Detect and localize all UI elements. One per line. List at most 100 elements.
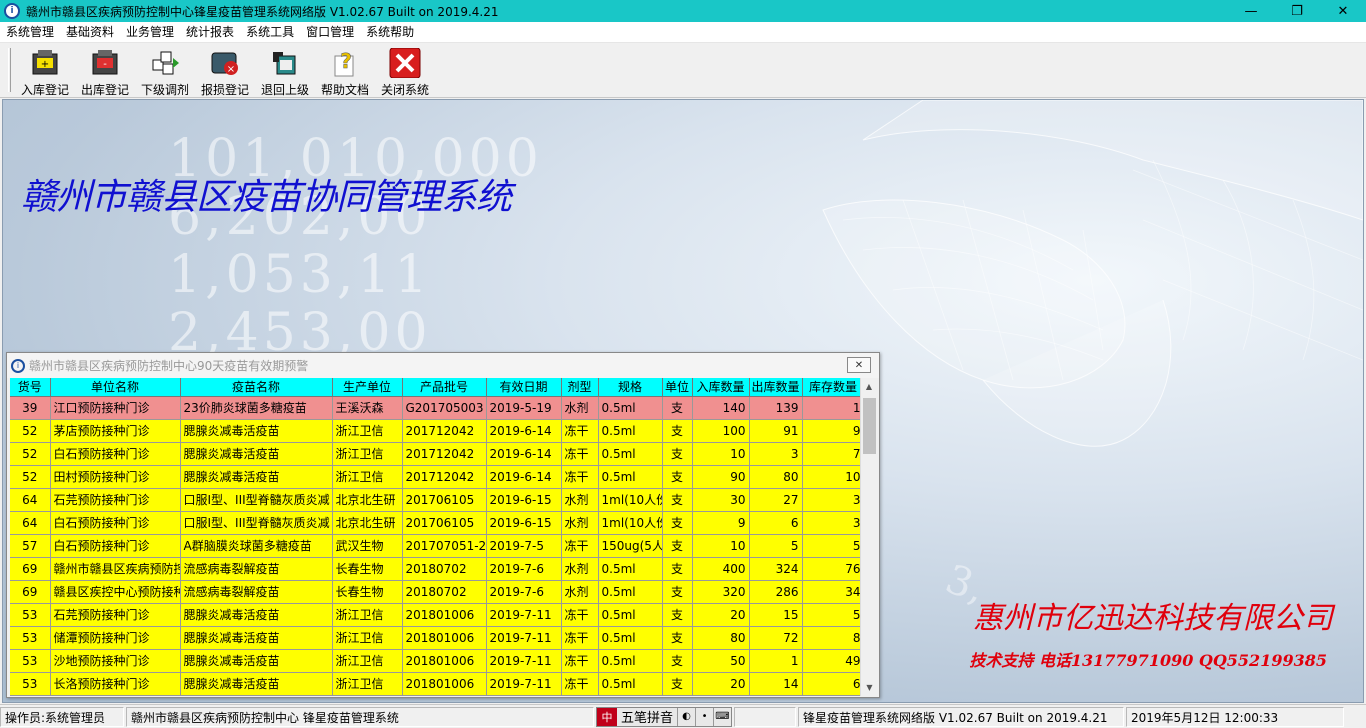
table-cell: 3 [802,488,864,512]
loss-report-button[interactable]: × 报损登记 [195,43,255,98]
ime-punctuation-icon[interactable]: • [695,707,713,726]
table-cell: 9 [802,419,864,443]
wireframe-hand-image: 3, [822,100,1363,612]
table-cell: 石芫预防接种门诊 [50,488,181,512]
vertical-scrollbar[interactable]: ▲ ▼ [860,378,877,696]
help-doc-button[interactable]: ? 帮助文档 [315,43,375,98]
table-row[interactable]: 39 江口预防接种门诊 23价肺炎球菌多糖疫苗 王溪沃森 G201705003 2019-… [10,396,864,420]
ime-toolbar[interactable]: 中 五笔拼音 ◐ • ⌨ [596,706,733,727]
table-cell: 流感病毒裂解疫苗 [180,557,333,581]
table-cell: 201712042 [402,465,487,489]
table-cell: 2019-7-6 [486,557,562,581]
table-cell: 腮腺炎减毒活疫苗 [180,603,333,627]
table-cell: 水剂 [561,488,599,512]
table-cell: 201801006 [402,672,487,696]
table-row[interactable]: 53 石芫预防接种门诊 腮腺炎减毒活疫苗 浙江卫信 201801006 2019-7-11… [10,603,864,627]
table-cell: 腮腺炎减毒活疫苗 [180,626,333,650]
toolbar-grip[interactable] [8,48,11,92]
table-cell: 139 [749,396,803,420]
table-row[interactable]: 69 赣县区疾控中心预防接种 流感病毒裂解疫苗 长春生物 20180702 2019-7-… [10,580,864,604]
table-row[interactable]: 52 田村预防接种门诊 腮腺炎减毒活疫苗 浙江卫信 201712042 2019-6-14… [10,465,864,489]
ime-keyboard-icon[interactable]: ⌨ [713,707,731,726]
stock-out-button[interactable]: - 出库登记 [75,43,135,98]
table-row[interactable]: 64 石芫预防接种门诊 口服I型、III型脊髓灰质炎减 北京北生研 201706105 2… [10,488,864,512]
table-cell: 冻干 [561,603,599,627]
table-cell: 34 [802,580,864,604]
table-cell: 支 [662,557,693,581]
table-cell: 王溪沃森 [332,396,403,420]
table-cell: 冻干 [561,442,599,466]
table-row[interactable]: 53 储潭预防接种门诊 腮腺炎减毒活疫苗 浙江卫信 201801006 2019-7-11… [10,626,864,650]
column-header[interactable]: 规格 [598,378,663,397]
ime-halfwidth-icon[interactable]: ◐ [677,707,695,726]
table-cell: 90 [692,465,750,489]
ime-name[interactable]: 五笔拼音 [617,707,677,726]
table-cell: 64 [10,488,51,512]
column-header[interactable]: 货号 [10,378,51,397]
column-header[interactable]: 有效日期 [486,378,562,397]
table-cell: 3 [802,511,864,535]
table-cell: 286 [749,580,803,604]
table-cell: 冻干 [561,672,599,696]
dialog-title-bar[interactable]: i 赣州市赣县区疾病预防控制中心90天疫苗有效期预警 [7,353,879,378]
scroll-down-icon[interactable]: ▼ [861,679,878,696]
column-header[interactable]: 剂型 [561,378,599,397]
table-cell: 0.5ml [598,396,663,420]
stock-out-icon: - [88,47,122,79]
table-row[interactable]: 69 赣州市赣县区疾病预防控 流感病毒裂解疫苗 长春生物 20180702 2019-7-… [10,557,864,581]
dialog-title: 赣州市赣县区疾病预防控制中心90天疫苗有效期预警 [29,359,309,373]
menu-business[interactable]: 业务管理 [120,22,180,43]
column-header[interactable]: 单位 [662,378,693,397]
table-cell: 52 [10,465,51,489]
table-cell: 53 [10,626,51,650]
table-cell: 57 [10,534,51,558]
table-cell: 5 [802,603,864,627]
table-row[interactable]: 53 沙地预防接种门诊 腮腺炎减毒活疫苗 浙江卫信 201801006 2019-7-11… [10,649,864,673]
dialog-close-button[interactable]: ✕ [847,357,871,373]
minimize-icon[interactable]: — [1228,0,1274,22]
column-header[interactable]: 库存数量 [802,378,864,397]
table-cell: 浙江卫信 [332,442,403,466]
table-cell: 1ml(10人份 [598,511,663,535]
column-header[interactable]: 入库数量 [692,378,750,397]
table-header: 货号 单位名称 疫苗名称 生产单位 产品批号 有效日期 剂型 规格 单位 入库数量 出库数量 库存数量 [10,378,864,397]
app-logo-icon[interactable]: i [4,3,20,19]
ime-logo-icon[interactable]: 中 [597,707,617,726]
table-cell: 9 [692,511,750,535]
close-icon[interactable]: ✕ [1320,0,1366,22]
stock-in-icon: + [28,47,62,79]
column-header[interactable]: 出库数量 [749,378,803,397]
table-cell: 冻干 [561,465,599,489]
table-row[interactable]: 64 白石预防接种门诊 口服I型、III型脊髓灰质炎减 北京北生研 201706105 2… [10,511,864,535]
table-row[interactable]: 57 白石预防接种门诊 A群脑膜炎球菌多糖疫苗 武汉生物 201707051-2 2019… [10,534,864,558]
table-row[interactable]: 53 长洛预防接种门诊 腮腺炎减毒活疫苗 浙江卫信 201801006 2019-7-11… [10,672,864,696]
restore-icon[interactable]: ❐ [1274,0,1320,22]
table-row[interactable]: 52 茅店预防接种门诊 腮腺炎减毒活疫苗 浙江卫信 201712042 2019-6-14… [10,419,864,443]
menu-help[interactable]: 系统帮助 [360,22,420,43]
table-cell: 1 [749,649,803,673]
menu-tools[interactable]: 系统工具 [240,22,300,43]
table-cell: 0.5ml [598,672,663,696]
scroll-up-icon[interactable]: ▲ [861,378,877,395]
table-cell: 浙江卫信 [332,626,403,650]
stock-in-button[interactable]: + 入库登记 [15,43,75,98]
menu-reports[interactable]: 统计报表 [180,22,240,43]
return-button[interactable]: 退回上级 [255,43,315,98]
table-cell: 6 [802,672,864,696]
column-header[interactable]: 疫苗名称 [180,378,333,397]
column-header[interactable]: 单位名称 [50,378,181,397]
menu-window[interactable]: 窗口管理 [300,22,360,43]
table-row[interactable]: 52 白石预防接种门诊 腮腺炎减毒活疫苗 浙江卫信 201712042 2019-6-14… [10,442,864,466]
column-header[interactable]: 生产单位 [332,378,403,397]
menu-system[interactable]: 系统管理 [0,22,60,43]
scroll-thumb[interactable] [863,398,876,454]
table-cell: 浙江卫信 [332,603,403,627]
table-cell: 2019-6-15 [486,488,562,512]
table-cell: 27 [749,488,803,512]
table-cell: 流感病毒裂解疫苗 [180,580,333,604]
table-cell: 冻干 [561,419,599,443]
column-header[interactable]: 产品批号 [402,378,487,397]
close-system-button[interactable]: 关闭系统 [375,43,435,98]
menu-basic-data[interactable]: 基础资料 [60,22,120,43]
transfer-button[interactable]: 下级调剂 [135,43,195,98]
